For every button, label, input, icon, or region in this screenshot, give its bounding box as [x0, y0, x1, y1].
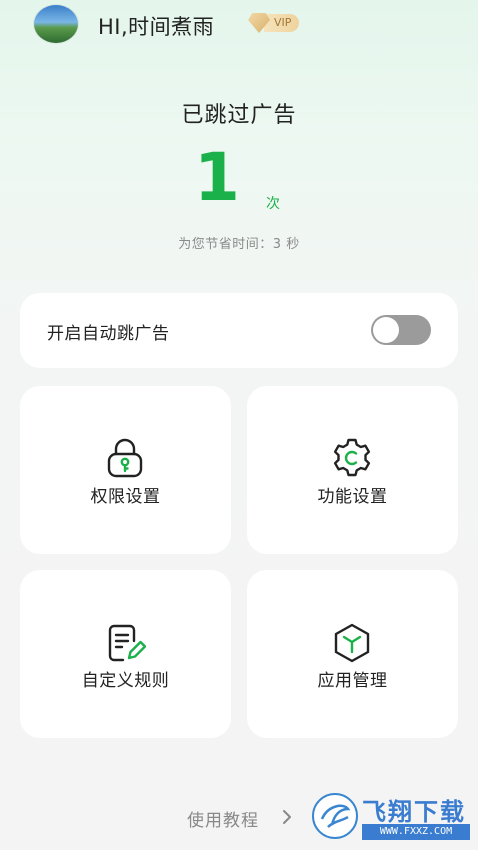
auto-skip-card: 开启自动跳广告	[20, 293, 458, 368]
tile-label: 功能设置	[317, 487, 388, 507]
skip-count-unit: 次	[266, 196, 280, 212]
avatar[interactable]	[33, 4, 79, 44]
watermark-logo-icon	[312, 793, 358, 839]
vip-label: VIP	[264, 14, 300, 32]
tile-label: 应用管理	[317, 671, 388, 691]
site-watermark: 飞翔下载 WWW.FXXZ.COM	[312, 790, 472, 842]
skipped-ads-title: 已跳过广告	[181, 103, 297, 128]
permission-settings-tile[interactable]: 权限设置	[20, 386, 231, 554]
tutorial-link[interactable]: 使用教程	[187, 806, 259, 831]
app-management-tile[interactable]: 应用管理	[247, 570, 458, 738]
header: HI,时间煮雨 VIP	[0, 0, 478, 60]
time-saved-text: 为您节省时间：3 秒	[178, 237, 300, 252]
user-greeting: HI,时间煮雨	[98, 15, 215, 39]
tile-label: 权限设置	[90, 487, 161, 507]
skip-count: 1	[194, 139, 240, 216]
custom-rules-tile[interactable]: 自定义规则	[20, 570, 231, 738]
gear-c-icon	[333, 438, 371, 477]
auto-skip-label: 开启自动跳广告	[47, 324, 170, 344]
chevron-right-icon[interactable]	[280, 808, 294, 826]
function-settings-tile[interactable]: 功能设置	[247, 386, 458, 554]
auto-skip-toggle[interactable]	[371, 315, 431, 345]
watermark-url: WWW.FXXZ.COM	[362, 824, 470, 840]
box-icon	[334, 623, 370, 663]
vip-badge[interactable]: VIP	[248, 12, 306, 34]
lock-key-icon	[107, 438, 143, 478]
watermark-name: 飞翔下载	[362, 798, 466, 826]
tile-label: 自定义规则	[81, 671, 170, 691]
document-edit-icon	[108, 624, 146, 662]
toggle-knob	[373, 317, 399, 343]
